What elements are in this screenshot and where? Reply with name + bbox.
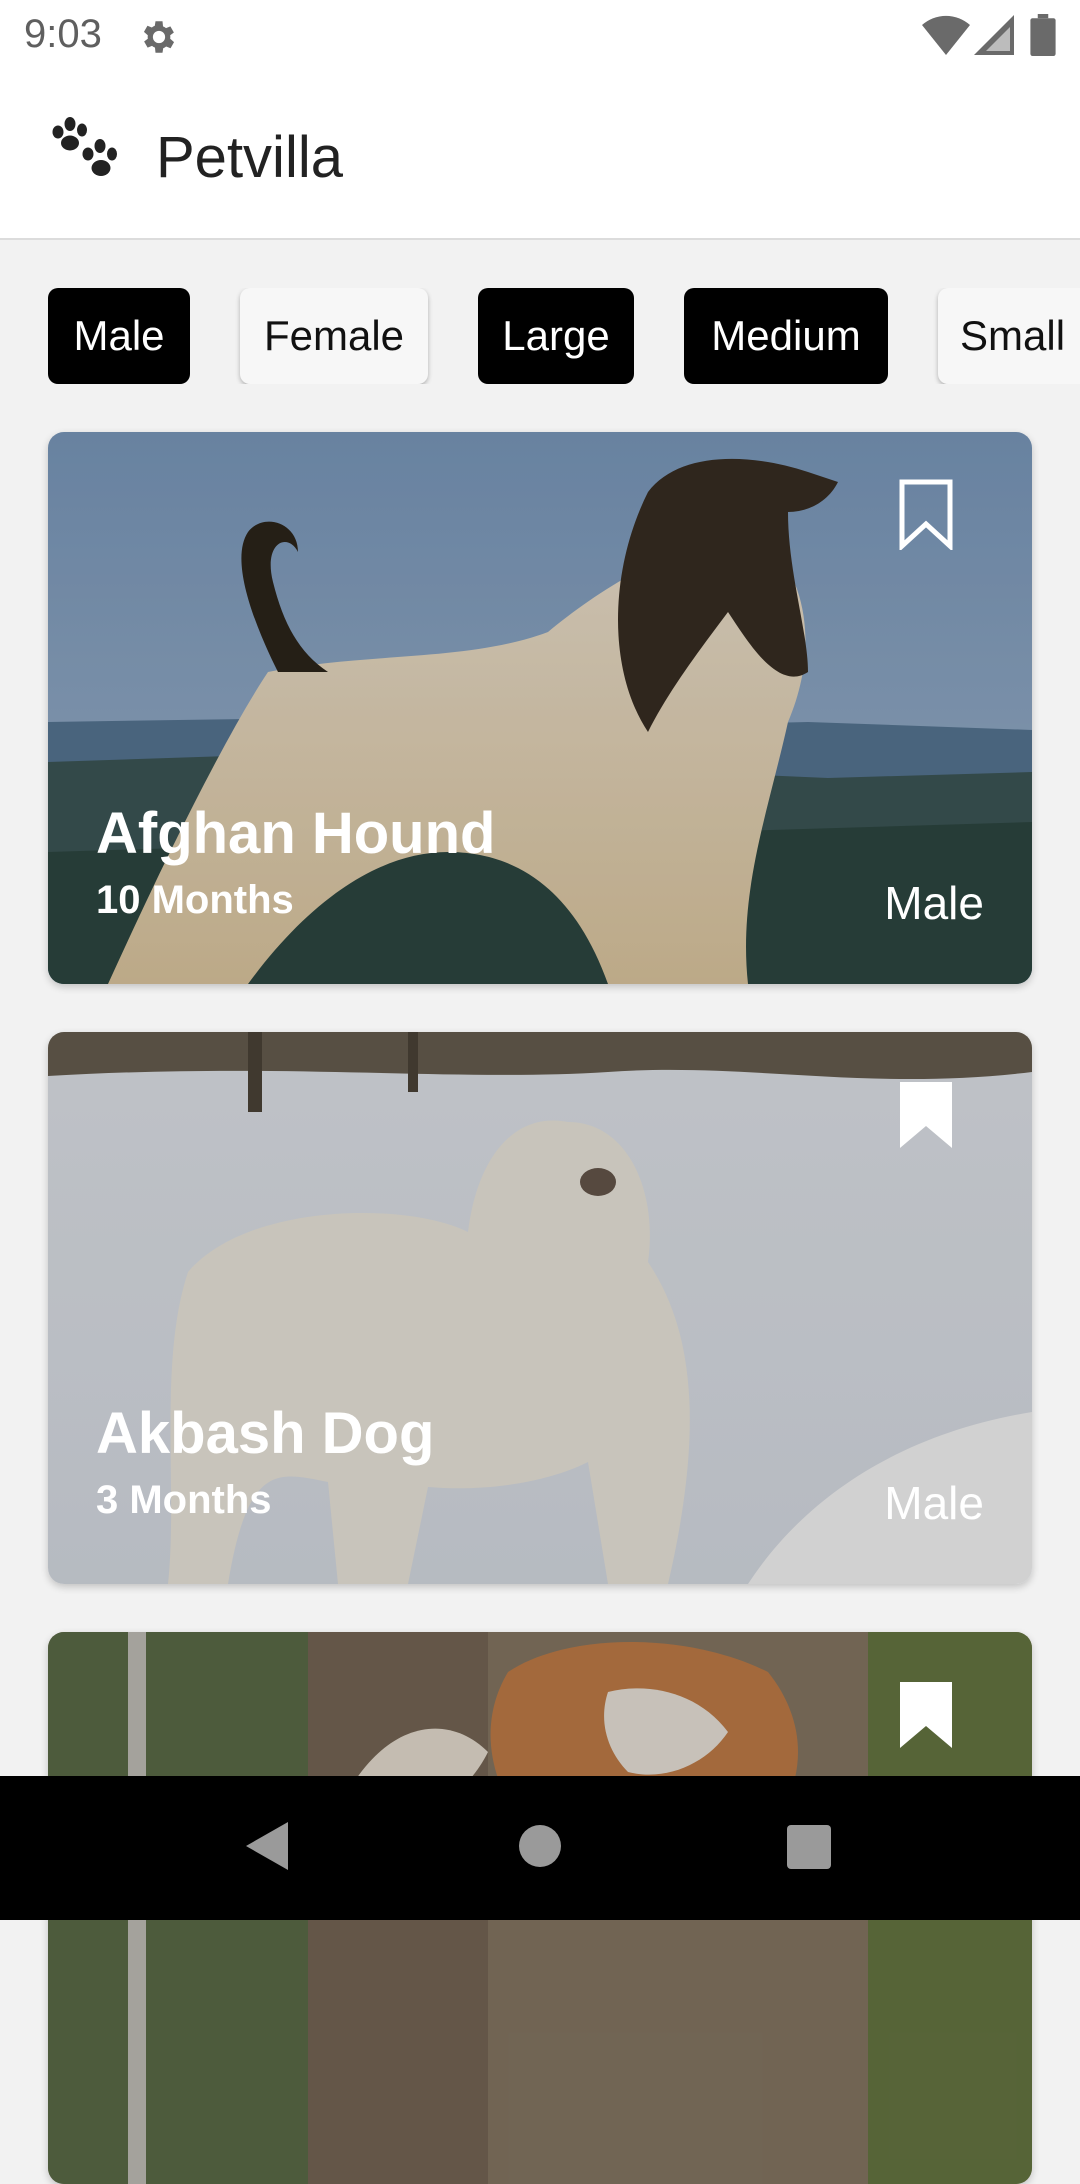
pet-gender: Male: [884, 1477, 984, 1529]
app-bar: Petvilla: [0, 74, 1080, 240]
status-bar: 9:03: [0, 0, 1080, 74]
battery-icon: [1030, 14, 1056, 56]
chip-label: Large: [502, 312, 610, 359]
chip-label: Female: [263, 312, 405, 359]
pet-name: Afghan Hound: [96, 801, 496, 866]
pet-age: 10 Months: [96, 878, 294, 922]
recents-icon[interactable]: [786, 1824, 832, 1870]
filter-chip-row[interactable]: Male Female Large Medium Small: [0, 288, 1080, 384]
status-time: 9:03: [24, 12, 102, 56]
wifi-icon: [922, 15, 970, 55]
pet-gender: Male: [884, 877, 984, 929]
chip-medium[interactable]: Medium: [684, 288, 888, 384]
chip-label: Medium: [711, 312, 861, 359]
chip-large[interactable]: Large: [478, 288, 634, 384]
bookmark-filled-icon[interactable]: [894, 1078, 958, 1150]
chip-female[interactable]: Female: [240, 288, 428, 384]
chip-small[interactable]: Small: [938, 288, 1080, 384]
pet-card[interactable]: Akbash Dog 3 Months Male: [48, 1032, 1032, 1584]
pet-age: 3 Months: [96, 1478, 272, 1522]
chip-male[interactable]: Male: [48, 288, 190, 384]
bookmark-filled-icon[interactable]: [894, 1678, 958, 1750]
pet-card[interactable]: Afghan Hound 10 Months Male: [48, 432, 1032, 984]
home-icon[interactable]: [518, 1824, 562, 1868]
chip-label: Small: [960, 312, 1066, 359]
system-nav-bar: [0, 1776, 1080, 1920]
cellular-signal-icon: [974, 15, 1014, 55]
back-icon[interactable]: [244, 1820, 290, 1872]
chip-label: Male: [73, 312, 165, 359]
bookmark-outline-icon[interactable]: [894, 478, 958, 550]
gear-icon: [143, 21, 175, 53]
app-title: Petvilla: [156, 125, 343, 190]
pet-name: Akbash Dog: [96, 1401, 435, 1466]
paw-icon: [52, 117, 117, 176]
